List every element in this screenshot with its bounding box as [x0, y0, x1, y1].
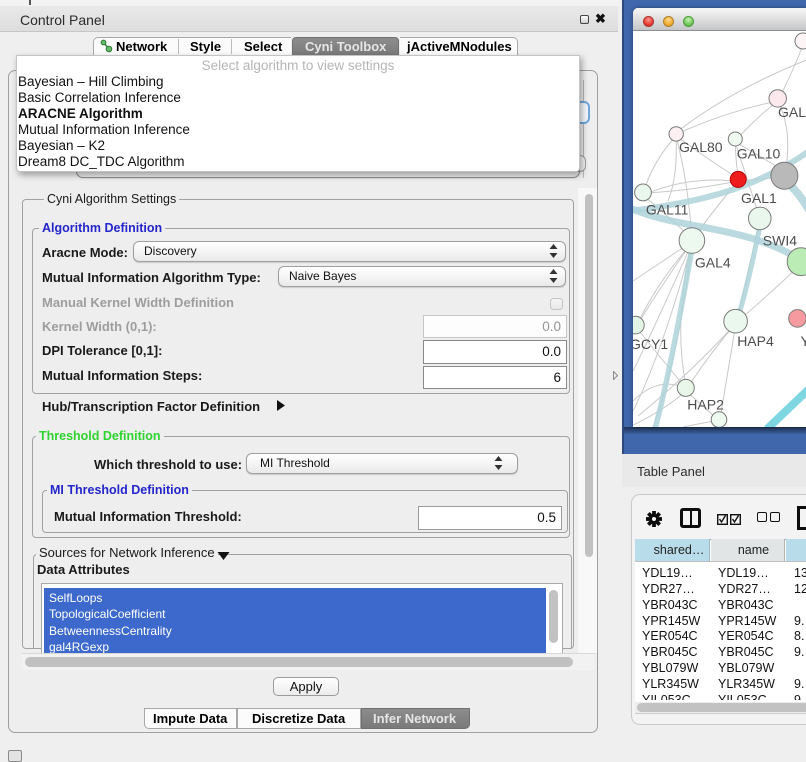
svg-text:GAL2: GAL2	[778, 104, 806, 120]
svg-text:Y: Y	[801, 333, 806, 349]
svg-text:SWI4: SWI4	[763, 233, 797, 249]
svg-text:GAL4: GAL4	[695, 255, 731, 271]
svg-text:GAL10: GAL10	[737, 145, 781, 161]
svg-text:HAP2: HAP2	[687, 397, 724, 413]
svg-text:GAL1: GAL1	[741, 190, 777, 206]
svg-text:HAP4: HAP4	[737, 333, 774, 349]
svg-text:GAL11: GAL11	[646, 202, 689, 218]
svg-text:GCY1: GCY1	[633, 336, 668, 352]
svg-text:GAL80: GAL80	[679, 139, 723, 155]
